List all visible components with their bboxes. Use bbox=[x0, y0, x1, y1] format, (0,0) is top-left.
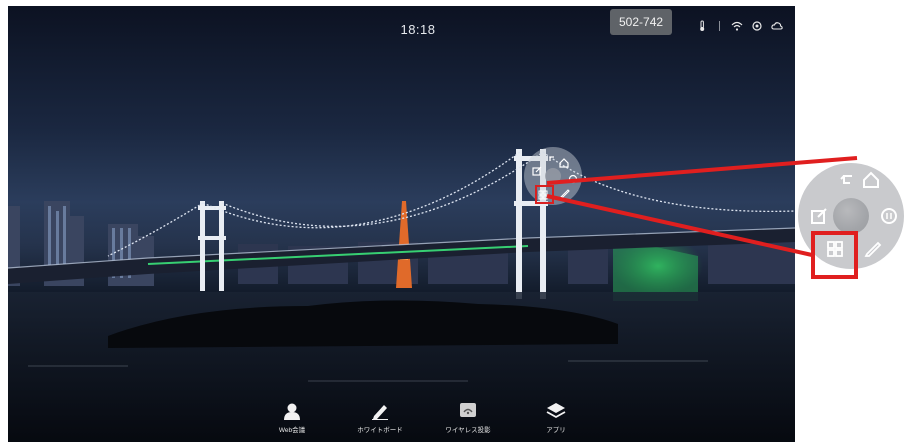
annotate-icon[interactable] bbox=[808, 205, 830, 227]
floating-menu-knob[interactable] bbox=[833, 198, 869, 234]
room-code-badge: 502-742 bbox=[610, 9, 673, 35]
dock-label: ワイヤレス投影 bbox=[445, 427, 491, 434]
pencil-icon bbox=[370, 402, 390, 420]
pen-icon[interactable] bbox=[862, 237, 884, 259]
dock-item-apps[interactable]: アプリ bbox=[512, 402, 600, 434]
dock-label: Web会議 bbox=[278, 427, 306, 434]
cloud-icon[interactable] bbox=[771, 20, 783, 32]
annotate-icon[interactable] bbox=[532, 163, 542, 176]
status-icons bbox=[696, 20, 783, 32]
status-divider bbox=[719, 21, 720, 31]
clock: 18:18 bbox=[400, 22, 436, 37]
dock-label: ホワイトボード bbox=[357, 427, 403, 434]
floating-menu-center[interactable] bbox=[545, 168, 561, 184]
circle-icon[interactable] bbox=[568, 171, 578, 184]
highlight-box-mini bbox=[535, 185, 554, 204]
wireless-cast-icon bbox=[458, 402, 478, 420]
sync-icon[interactable] bbox=[751, 20, 763, 32]
dock-label: アプリ bbox=[546, 427, 566, 434]
undo-icon[interactable] bbox=[836, 169, 858, 191]
person-icon bbox=[282, 402, 302, 420]
layers-icon bbox=[546, 402, 566, 420]
thermometer-icon bbox=[696, 20, 708, 32]
bottom-dock: Web会議 ホワイトボード ワイヤレス投影 アプリ bbox=[248, 402, 600, 434]
dock-item-whiteboard[interactable]: ホワイトボード bbox=[336, 402, 424, 434]
undo-icon[interactable] bbox=[547, 151, 557, 161]
background-wallpaper bbox=[8, 149, 795, 442]
wifi-icon[interactable] bbox=[731, 20, 743, 32]
highlight-box-zoomed bbox=[811, 231, 858, 279]
home-icon[interactable] bbox=[860, 169, 882, 191]
dock-item-wireless-cast[interactable]: ワイヤレス投影 bbox=[424, 402, 512, 434]
dock-item-web-meeting[interactable]: Web会議 bbox=[248, 402, 336, 434]
circle-icon[interactable] bbox=[878, 205, 900, 227]
pen-icon[interactable] bbox=[559, 185, 570, 198]
home-icon[interactable] bbox=[559, 155, 569, 168]
display-screen: 18:18 502-742 Web会議 ホワイトボード ワイヤレス投影 アプリ bbox=[8, 6, 795, 442]
